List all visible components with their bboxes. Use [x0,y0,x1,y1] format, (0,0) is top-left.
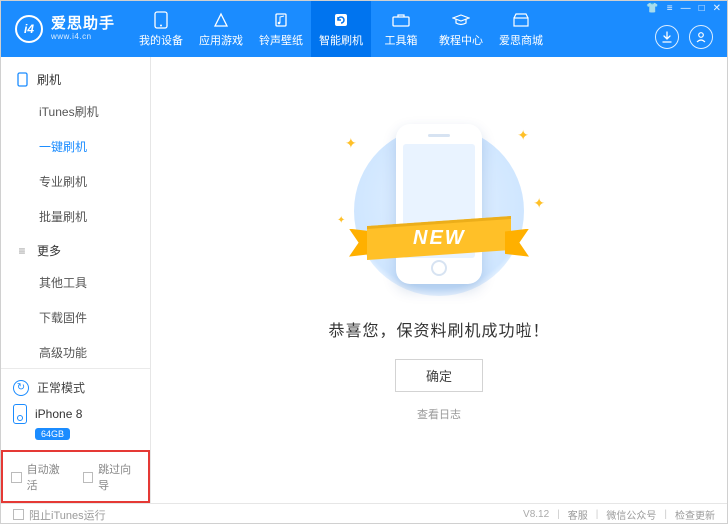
sparkle-icon: ✦ [337,215,345,226]
nav-toolbox[interactable]: 工具箱 [371,1,431,57]
device-mode-label: 正常模式 [37,379,85,396]
brand-name: 爱思助手 [51,16,115,33]
sidebar-group-more[interactable]: ≡ 更多 [1,234,150,265]
nav-tutorial[interactable]: 教程中心 [431,1,491,57]
wc-menu-icon[interactable]: ≡ [667,3,673,14]
wc-close-icon[interactable]: ✕ [713,3,721,14]
sparkle-icon: ✦ [517,127,529,144]
checkbox-icon [13,509,24,520]
wc-skin-icon[interactable]: 👕 [646,3,658,14]
top-nav: 我的设备 应用游戏 铃声壁纸 智能刷机 工具箱 教程中心 爱思商城 [131,1,551,57]
sidebar-item-itunes-flash[interactable]: iTunes刷机 [1,94,150,129]
sidebar-item-batch-flash[interactable]: 批量刷机 [1,199,150,234]
sidebar-group-label: 更多 [37,242,61,259]
nav-apps[interactable]: 应用游戏 [191,1,251,57]
nav-flash[interactable]: 智能刷机 [311,1,371,57]
sidebar-item-advanced[interactable]: 高级功能 [1,335,150,368]
check-label: 跳过向导 [98,461,140,493]
version-label: V8.12 [523,509,549,520]
check-label: 阻止iTunes运行 [29,507,106,523]
music-icon [272,11,290,29]
sidebar-item-other-tools[interactable]: 其他工具 [1,265,150,300]
check-update-link[interactable]: 检查更新 [675,507,715,522]
nav-label: 爱思商城 [499,32,543,48]
sidebar-group-flash[interactable]: 刷机 [1,63,150,94]
content-area: ✦ ✦ ✦ ✦ NEW 恭喜您，保资料刷机成功啦！ 确定 查看日志 [151,57,727,503]
sidebar-device-panel: ↻ 正常模式 iPhone 8 64GB [1,368,150,450]
toolbox-icon [392,11,410,29]
new-ribbon-icon: NEW [349,215,529,263]
download-button[interactable] [655,25,679,49]
device-mode[interactable]: ↻ 正常模式 [13,377,138,404]
checkbox-icon [83,472,94,483]
support-link[interactable]: 客服 [568,507,588,522]
status-bar: 阻止iTunes运行 V8.12 | 客服 | 微信公众号 | 检查更新 [1,503,727,525]
brand-logo-icon: i4 [15,15,43,43]
sparkle-icon: ✦ [345,135,357,152]
wc-minimize-icon[interactable]: — [681,3,691,14]
checkbox-icon [11,472,22,483]
nav-label: 教程中心 [439,32,483,48]
nav-ringtones[interactable]: 铃声壁纸 [251,1,311,57]
check-auto-activate[interactable]: 自动激活 [11,461,69,493]
menu-icon: ≡ [15,244,29,258]
nav-store[interactable]: 爱思商城 [491,1,551,57]
check-block-itunes[interactable]: 阻止iTunes运行 [13,507,106,523]
nav-label: 工具箱 [385,32,418,48]
apps-icon [212,11,230,29]
success-message: 恭喜您，保资料刷机成功啦！ [328,317,549,341]
window-controls: 👕 ≡ — □ ✕ [646,3,721,14]
device-row[interactable]: iPhone 8 [13,404,138,424]
phone-icon [152,11,170,29]
nav-label: 我的设备 [139,32,183,48]
sidebar-item-download-firmware[interactable]: 下载固件 [1,300,150,335]
success-illustration: ✦ ✦ ✦ ✦ NEW [329,115,549,293]
device-icon [13,404,27,424]
sparkle-icon: ✦ [533,195,545,212]
brand-url: www.i4.cn [51,33,115,42]
ok-button[interactable]: 确定 [395,359,483,392]
nav-label: 铃声壁纸 [259,32,303,48]
sidebar-group-label: 刷机 [37,71,61,88]
check-skip-guide[interactable]: 跳过向导 [83,461,141,493]
sidebar-item-onekey-flash[interactable]: 一键刷机 [1,129,150,164]
view-log-link[interactable]: 查看日志 [417,406,461,422]
sidebar-item-pro-flash[interactable]: 专业刷机 [1,164,150,199]
flash-icon [332,11,350,29]
tutorial-icon [452,11,470,29]
phone-outline-icon [15,73,29,87]
device-name: iPhone 8 [35,407,82,421]
wc-maximize-icon[interactable]: □ [699,3,705,14]
sidebar: 刷机 iTunes刷机 一键刷机 专业刷机 批量刷机 ≡ 更多 其他工具 下载固… [1,57,151,503]
nav-label: 智能刷机 [319,32,363,48]
top-bar: i4 爱思助手 www.i4.cn 我的设备 应用游戏 铃声壁纸 智能刷机 工具… [1,1,727,57]
refresh-icon: ↻ [13,380,29,396]
nav-label: 应用游戏 [199,32,243,48]
user-button[interactable] [689,25,713,49]
ribbon-text: NEW [413,226,466,249]
sidebar-checks: 自动激活 跳过向导 [1,450,150,503]
check-label: 自动激活 [27,461,69,493]
brand: i4 爱思助手 www.i4.cn [1,15,125,43]
wechat-link[interactable]: 微信公众号 [606,507,656,522]
store-icon [512,11,530,29]
device-storage-badge: 64GB [35,428,70,440]
nav-my-device[interactable]: 我的设备 [131,1,191,57]
